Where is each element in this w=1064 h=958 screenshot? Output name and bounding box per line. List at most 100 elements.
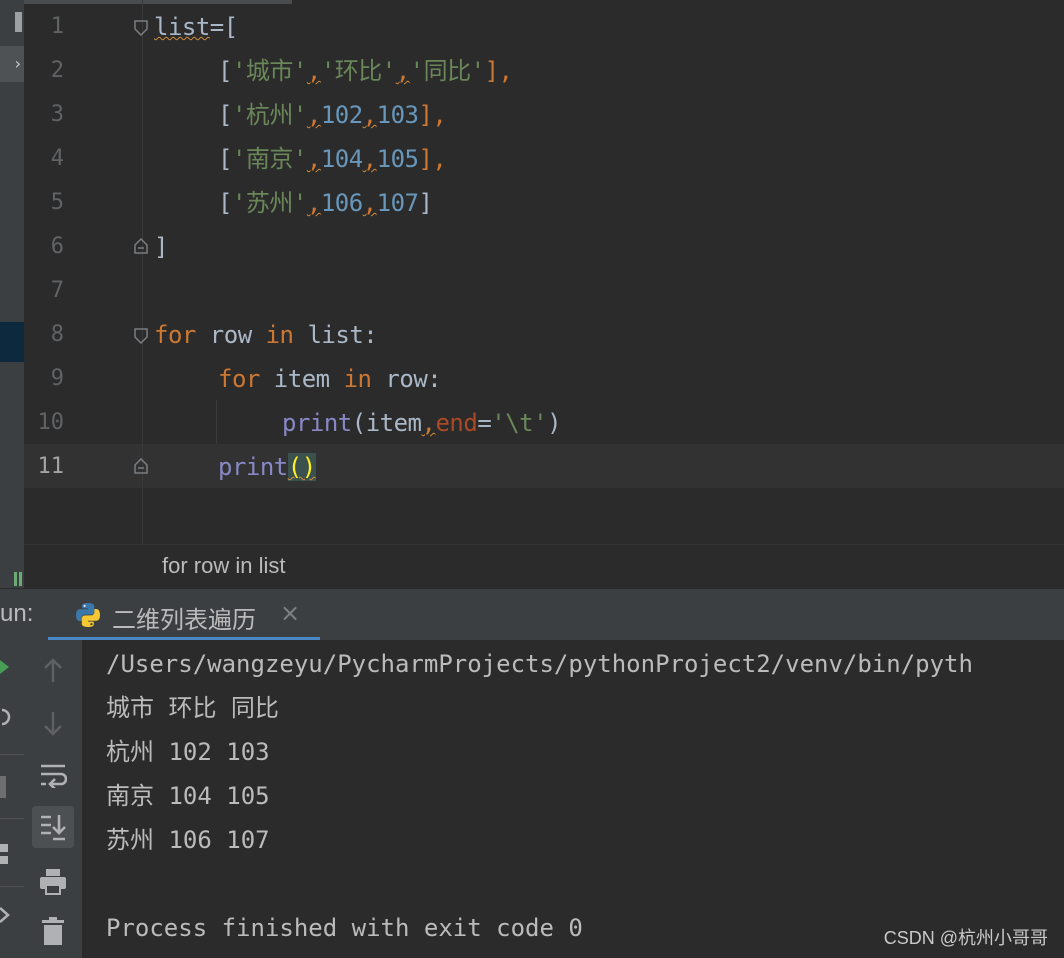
string-literal: '同比': [409, 57, 485, 85]
fold-marker-icon[interactable]: [134, 238, 148, 254]
fold-marker-icon[interactable]: [134, 328, 148, 344]
console-output[interactable]: /Users/wangzeyu/PycharmProjects/pythonPr…: [82, 640, 1064, 958]
number-literal: 106: [320, 189, 363, 217]
comma: ,: [421, 409, 436, 437]
current-line-highlight: [24, 444, 1064, 488]
console-line: 苏州 106 107: [106, 826, 270, 854]
code-editor[interactable]: 1 2 3 4 5 6 7 8 9 10 11 list=[ ['城市','环比…: [24, 0, 1064, 544]
console-line: 城市 环比 同比: [106, 694, 279, 722]
bracket: ],: [418, 145, 447, 173]
keyword: in: [265, 321, 294, 349]
pin-icon[interactable]: [0, 906, 10, 924]
code-line-4: ['南京',104,105],: [218, 137, 447, 181]
line-number: 8: [50, 322, 64, 347]
indent-guide: [216, 400, 217, 444]
scroll-down-icon[interactable]: [32, 702, 74, 744]
close-icon[interactable]: ×: [280, 599, 300, 627]
bracket: [: [218, 145, 232, 173]
bracket: ): [547, 409, 562, 437]
comma: ,: [362, 145, 377, 173]
watermark: CSDN @杭州小哥哥: [883, 928, 1048, 948]
code-line-2: ['城市','环比','同比'],: [218, 49, 513, 93]
code-line-11: print(): [218, 445, 316, 489]
number-literal: 105: [376, 145, 419, 173]
string-literal: '城市': [231, 57, 307, 85]
rerun-icon[interactable]: [0, 660, 10, 674]
comma: ,: [306, 101, 321, 129]
identifier: item: [259, 365, 344, 393]
console-line: 南京 104 105: [106, 782, 270, 810]
line-number: 3: [50, 102, 64, 127]
bracket: [: [218, 101, 232, 129]
string-literal: '\t': [491, 409, 548, 437]
builtin-function: print: [218, 453, 288, 481]
stop-icon[interactable]: [0, 776, 6, 798]
string-literal: '环比': [320, 57, 396, 85]
divider: [0, 886, 24, 887]
divider: [0, 818, 24, 819]
line-number: 10: [37, 410, 65, 435]
run-toolbar: [24, 640, 82, 958]
string-literal: '杭州': [231, 101, 307, 129]
run-tab[interactable]: 二维列表遍历 ×: [48, 589, 320, 641]
project-tool-icon[interactable]: [15, 12, 22, 32]
keyword: for: [154, 321, 196, 349]
restart-icon[interactable]: [0, 706, 12, 728]
number-literal: 103: [376, 101, 419, 129]
console-line: 杭州 102 103: [106, 738, 270, 766]
divider: [0, 754, 24, 755]
bracket: ]: [418, 189, 433, 217]
scroll-up-icon[interactable]: [32, 650, 74, 692]
layout-icon[interactable]: [0, 844, 10, 866]
console-line: /Users/wangzeyu/PycharmProjects/pythonPr…: [106, 650, 973, 678]
run-tab-title: 二维列表遍历: [112, 607, 256, 634]
comma: ,: [395, 57, 410, 85]
comma: ,: [306, 145, 321, 173]
code-line-10: print(item,end='\t'): [282, 401, 562, 445]
bracket: [: [218, 189, 232, 217]
close-icon[interactable]: ›: [0, 46, 24, 82]
line-number: 4: [50, 146, 64, 171]
line-number: 2: [50, 58, 64, 83]
variable-name: list: [154, 13, 210, 41]
soft-wrap-icon[interactable]: [32, 754, 74, 796]
fold-marker-icon[interactable]: [134, 20, 148, 36]
number-literal: 102: [320, 101, 363, 129]
keyword: in: [343, 365, 372, 393]
line-number: 6: [50, 234, 64, 259]
left-tool-strip: ›: [0, 0, 24, 588]
run-label: un:: [0, 600, 34, 627]
line-number: 11: [37, 454, 65, 479]
identifier: (item: [351, 409, 422, 437]
python-file-icon: [74, 601, 102, 634]
identifier: list:: [293, 321, 378, 349]
structure-marker: [14, 572, 17, 586]
fold-marker-icon[interactable]: [134, 458, 148, 474]
code-line-8: for row in list:: [154, 313, 378, 357]
code-line-5: ['苏州',106,107]: [218, 181, 433, 225]
bracket: ],: [418, 101, 447, 129]
breadcrumb-item[interactable]: for row in list: [162, 553, 285, 579]
print-icon[interactable]: [32, 860, 74, 902]
breadcrumb[interactable]: for row in list: [24, 544, 1064, 589]
operator: =[: [209, 13, 238, 41]
selected-tree-row[interactable]: [0, 322, 24, 362]
trash-icon[interactable]: [32, 910, 74, 952]
keyword-argument: end: [435, 409, 478, 437]
line-number: 9: [50, 366, 64, 391]
comma: ,: [306, 189, 321, 217]
string-literal: '苏州': [231, 189, 307, 217]
matched-brackets: (): [287, 453, 316, 481]
code-line-6: ]: [154, 225, 168, 269]
number-literal: 107: [376, 189, 419, 217]
line-number: 5: [50, 190, 64, 215]
comma: ,: [306, 57, 321, 85]
scroll-to-end-icon[interactable]: [32, 806, 74, 848]
comma: ,: [362, 189, 377, 217]
bracket: [: [218, 57, 232, 85]
code-line-9: for item in row:: [218, 357, 442, 401]
keyword: for: [218, 365, 260, 393]
bracket: ]: [154, 233, 168, 261]
builtin-function: print: [282, 409, 352, 437]
structure-marker: [19, 572, 22, 586]
